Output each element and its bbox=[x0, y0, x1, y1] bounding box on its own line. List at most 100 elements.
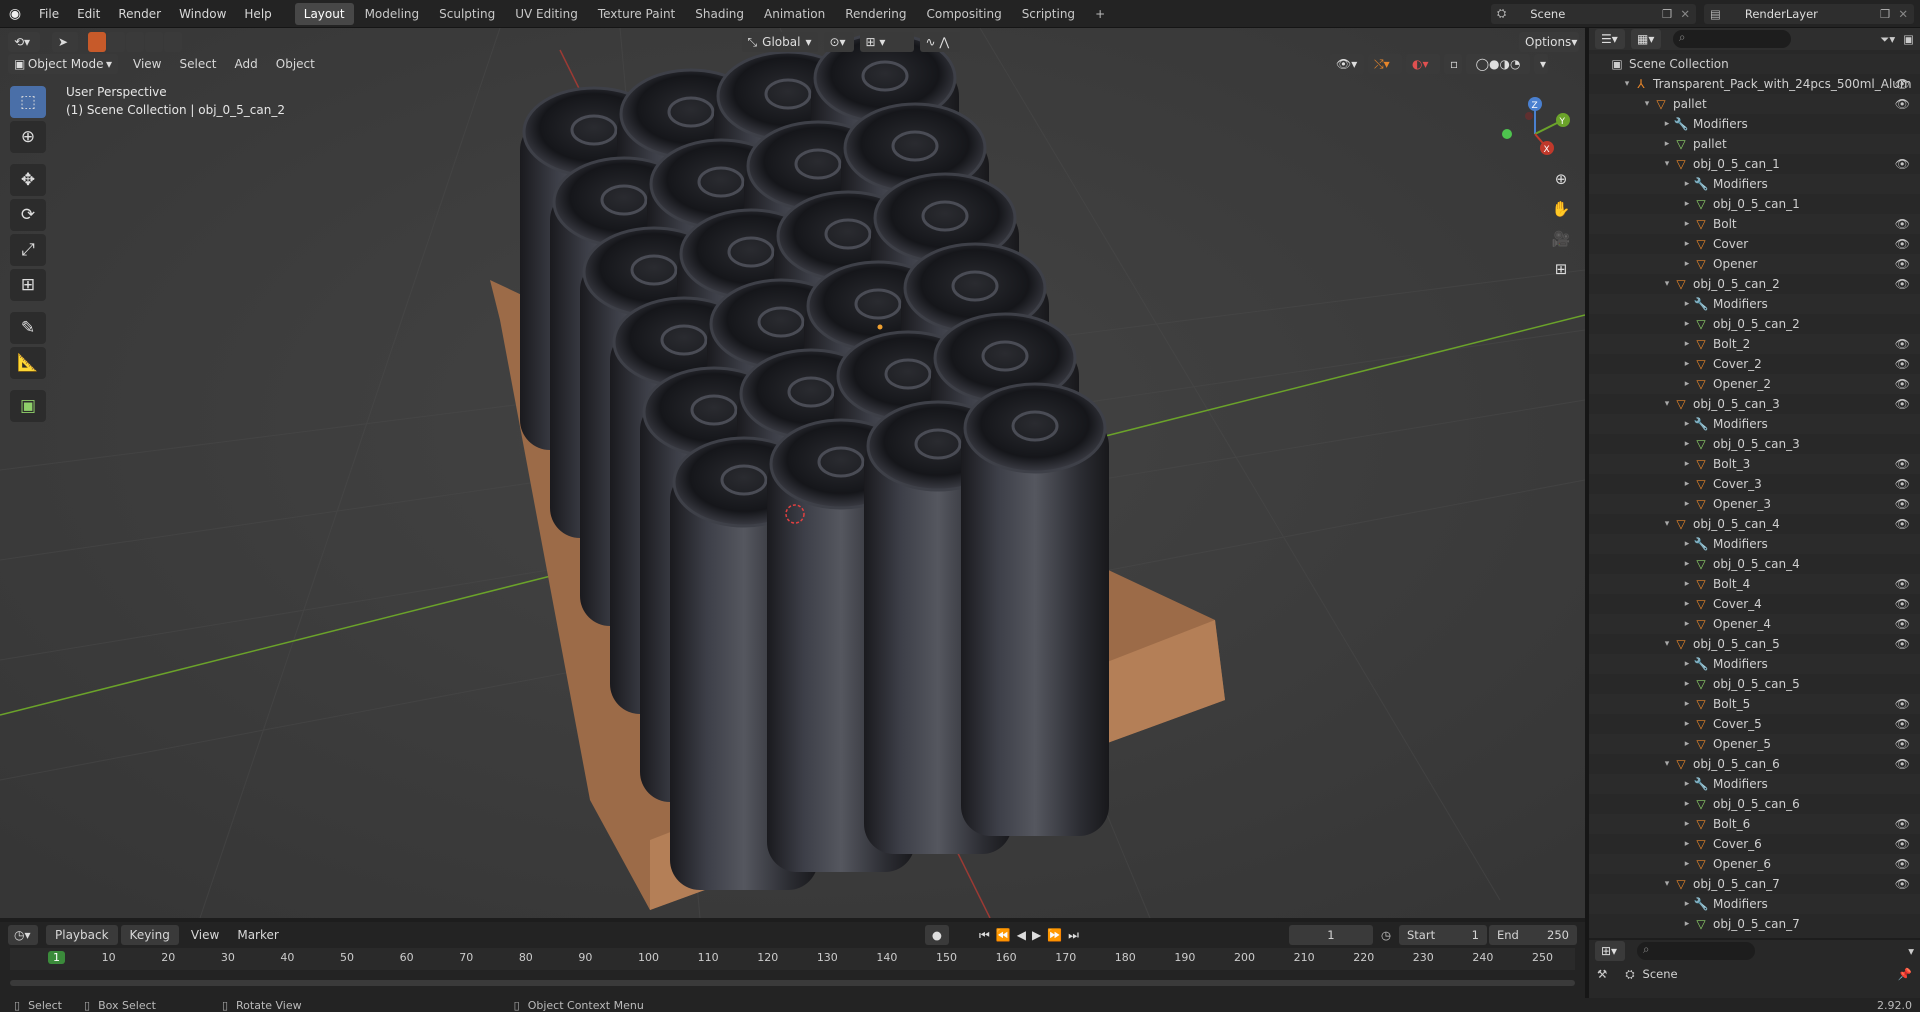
outliner-row[interactable]: ▸ 🔧 Modifiers bbox=[1589, 534, 1920, 554]
expand-caret-icon[interactable]: ▸ bbox=[1661, 139, 1673, 149]
close-icon[interactable]: ✕ bbox=[1898, 7, 1908, 21]
playback-controls[interactable]: ⏮ ⏪ ◀ ▶ ⏩ ⏭ bbox=[979, 928, 1079, 943]
add-workspace-button[interactable]: + bbox=[1086, 3, 1114, 25]
pan-hand-icon[interactable]: ✋ bbox=[1549, 200, 1573, 230]
outliner-row[interactable]: ▸ ▽ Bolt_2 👁 bbox=[1589, 334, 1920, 354]
collapse-caret-icon[interactable]: ▾ bbox=[1621, 79, 1633, 89]
outliner-row[interactable]: ▸ ▽ obj_0_5_can_4 bbox=[1589, 554, 1920, 574]
outliner-row[interactable]: ▸ 🔧 Modifiers bbox=[1589, 774, 1920, 794]
object-mode-dropdown[interactable]: ▣ Object Mode ▾ bbox=[8, 54, 118, 74]
select-mode-buttons[interactable] bbox=[88, 32, 182, 52]
new-collection-icon[interactable]: ▣ bbox=[1903, 32, 1914, 46]
expand-caret-icon[interactable]: ▸ bbox=[1681, 259, 1693, 269]
viewport-menu-select[interactable]: Select bbox=[170, 54, 225, 74]
outliner-row[interactable]: ▸ ▽ pallet bbox=[1589, 134, 1920, 154]
outliner-row[interactable]: ▸ ▽ Opener_4 👁 bbox=[1589, 614, 1920, 634]
snap-button[interactable]: ⊞ ▾ bbox=[859, 32, 914, 52]
gizmo-icon[interactable]: ⤭▾ bbox=[1368, 54, 1402, 74]
outliner-row[interactable]: ▸ ▽ Bolt_3 👁 bbox=[1589, 454, 1920, 474]
expand-caret-icon[interactable]: ▸ bbox=[1681, 459, 1693, 469]
eye-icon[interactable]: 👁 bbox=[1895, 857, 1910, 871]
eye-icon[interactable]: 👁 bbox=[1895, 697, 1910, 711]
3d-viewport[interactable] bbox=[0, 28, 1585, 918]
options-dropdown[interactable]: Options ▾ bbox=[1519, 32, 1579, 52]
blender-logo-icon[interactable]: ◉ bbox=[0, 0, 30, 28]
select-tool-button[interactable]: ➤ bbox=[52, 32, 78, 52]
expand-caret-icon[interactable]: ▸ bbox=[1681, 499, 1693, 509]
transform-tool[interactable]: ⊞ bbox=[10, 269, 46, 301]
jump-end-icon[interactable]: ⏭ bbox=[1068, 928, 1079, 943]
eye-icon[interactable]: 👁 bbox=[1895, 97, 1910, 111]
expand-caret-icon[interactable]: ▸ bbox=[1681, 319, 1693, 329]
expand-caret-icon[interactable]: ▸ bbox=[1681, 699, 1693, 709]
menu-edit[interactable]: Edit bbox=[68, 0, 109, 28]
tab-layout[interactable]: Layout bbox=[294, 2, 354, 25]
menu-render[interactable]: Render bbox=[109, 0, 170, 28]
expand-caret-icon[interactable]: ▸ bbox=[1681, 739, 1693, 749]
cursor-tool[interactable]: ⊕ bbox=[10, 121, 46, 153]
outliner-row[interactable]: ▸ ▽ Cover_6 👁 bbox=[1589, 834, 1920, 854]
eye-icon[interactable]: 👁 bbox=[1895, 717, 1910, 731]
collapse-caret-icon[interactable]: ▾ bbox=[1661, 639, 1673, 649]
outliner-row[interactable]: ▸ ▽ obj_0_5_can_2 bbox=[1589, 314, 1920, 334]
collapse-caret-icon[interactable]: ▾ bbox=[1661, 519, 1673, 529]
xray-icon[interactable]: ▫ bbox=[1444, 54, 1462, 74]
outliner-row[interactable]: ▾ ▽ obj_0_5_can_1 👁 bbox=[1589, 154, 1920, 174]
eye-icon[interactable]: 👁 bbox=[1895, 817, 1910, 831]
eye-icon[interactable]: 👁 bbox=[1895, 257, 1910, 271]
copy-icon[interactable]: ❐ bbox=[1880, 7, 1890, 21]
outliner-row[interactable]: ▸ ▽ Opener_2 👁 bbox=[1589, 374, 1920, 394]
eye-icon[interactable]: 👁 bbox=[1895, 377, 1910, 391]
timeline-menu-playback[interactable]: Playback bbox=[46, 925, 118, 945]
eye-icon[interactable]: 👁 bbox=[1895, 757, 1910, 771]
outliner-row[interactable]: ▸ ▽ obj_0_5_can_1 bbox=[1589, 194, 1920, 214]
eye-icon[interactable]: 👁 bbox=[1895, 457, 1910, 471]
eye-icon[interactable]: 👁 bbox=[1895, 497, 1910, 511]
outliner-row[interactable]: ▸ ▽ obj_0_5_can_5 bbox=[1589, 674, 1920, 694]
outliner-row[interactable]: ▸ 🔧 Modifiers bbox=[1589, 294, 1920, 314]
annotate-tool[interactable]: ✎ bbox=[10, 312, 46, 344]
outliner-row[interactable]: ▾ ▽ obj_0_5_can_6 👁 bbox=[1589, 754, 1920, 774]
tab-compositing[interactable]: Compositing bbox=[917, 3, 1010, 25]
tab-shading[interactable]: Shading bbox=[686, 3, 753, 25]
outliner-row[interactable]: ▸ 🔧 Modifiers bbox=[1589, 654, 1920, 674]
eye-icon[interactable]: 👁 bbox=[1895, 517, 1910, 531]
eye-icon[interactable]: 👁 bbox=[1895, 237, 1910, 251]
menu-file[interactable]: File bbox=[30, 0, 68, 28]
close-icon[interactable]: ✕ bbox=[1680, 7, 1690, 21]
play-reverse-icon[interactable]: ◀ bbox=[1017, 928, 1026, 943]
editor-type-button[interactable]: ⊞▾ bbox=[1595, 941, 1625, 961]
outliner-row[interactable]: ▸ ▽ Cover_3 👁 bbox=[1589, 474, 1920, 494]
orientation-dropdown[interactable]: ⤡ Global ▾ bbox=[741, 32, 818, 52]
expand-caret-icon[interactable]: ▸ bbox=[1681, 679, 1693, 689]
tab-scripting[interactable]: Scripting bbox=[1013, 3, 1084, 25]
pivot-dropdown[interactable]: ⊙▾ bbox=[823, 32, 854, 52]
collapse-caret-icon[interactable]: ▾ bbox=[1661, 279, 1673, 289]
eye-icon[interactable]: 👁 bbox=[1895, 217, 1910, 231]
outliner-row[interactable]: ▸ ▽ Opener_5 👁 bbox=[1589, 734, 1920, 754]
eye-icon[interactable]: 👁 bbox=[1895, 397, 1910, 411]
eye-icon[interactable]: 👁 bbox=[1895, 597, 1910, 611]
tab-animation[interactable]: Animation bbox=[755, 3, 834, 25]
shading-dropdown[interactable]: ▾ bbox=[1534, 54, 1548, 74]
eye-icon[interactable]: 👁 bbox=[1895, 737, 1910, 751]
chevron-down-icon[interactable]: ▾ bbox=[1908, 944, 1914, 958]
eye-icon[interactable]: 👁 bbox=[1895, 837, 1910, 851]
outliner-row[interactable]: ▾ ▽ pallet 👁 bbox=[1589, 94, 1920, 114]
timeline-menu-keying[interactable]: Keying bbox=[120, 925, 179, 945]
outliner-row[interactable]: ▸ ▽ Bolt_4 👁 bbox=[1589, 574, 1920, 594]
eye-icon[interactable]: 👁 bbox=[1895, 577, 1910, 591]
expand-caret-icon[interactable]: ▸ bbox=[1681, 479, 1693, 489]
scene-collection-row[interactable]: ▣ Scene Collection bbox=[1589, 54, 1920, 74]
visibility-icon[interactable]: 👁▾ bbox=[1330, 54, 1364, 74]
proportional-edit-button[interactable]: ∿ ⋀ bbox=[919, 32, 960, 52]
outliner-row[interactable]: ▾ ▽ obj_0_5_can_4 👁 bbox=[1589, 514, 1920, 534]
eye-icon[interactable]: 👁 bbox=[1895, 877, 1910, 891]
expand-caret-icon[interactable]: ▸ bbox=[1681, 659, 1693, 669]
expand-caret-icon[interactable]: ▸ bbox=[1681, 719, 1693, 729]
zoom-icon[interactable]: ⊕ bbox=[1549, 170, 1573, 200]
collapse-caret-icon[interactable]: ▾ bbox=[1661, 399, 1673, 409]
eye-icon[interactable]: 👁 bbox=[1895, 477, 1910, 491]
tab-modeling[interactable]: Modeling bbox=[356, 3, 429, 25]
tab-texture-paint[interactable]: Texture Paint bbox=[589, 3, 684, 25]
